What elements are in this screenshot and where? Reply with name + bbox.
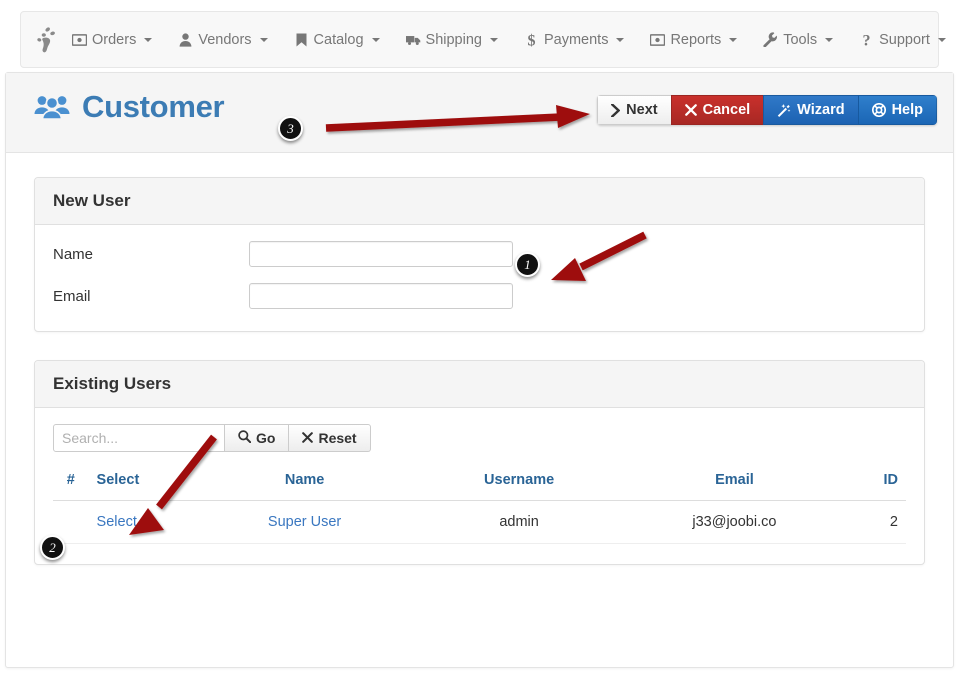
- existing-users-panel-body: Go Reset # Select: [35, 408, 924, 564]
- chevron-down-icon: [371, 37, 380, 42]
- screenshot-root: Orders Vendors Catalog Shipping $ Paymen…: [0, 0, 961, 689]
- wrench-icon: [763, 32, 778, 47]
- row-name-link[interactable]: Super User: [268, 514, 341, 530]
- main-container: Customer Next Cancel Wizard Help New Use…: [5, 72, 954, 668]
- search-go-button[interactable]: Go: [225, 424, 290, 452]
- search-reset-label: Reset: [318, 430, 357, 446]
- magic-wand-icon: [777, 103, 791, 117]
- existing-users-panel: Existing Users Go: [34, 360, 925, 565]
- chevron-down-icon: [616, 37, 625, 42]
- nav-item-shipping[interactable]: Shipping: [393, 12, 511, 67]
- chevron-down-icon: [937, 37, 946, 42]
- name-form-row: Name: [53, 241, 906, 267]
- brand-logo[interactable]: [21, 26, 59, 54]
- nav-label-vendors: Vendors: [198, 31, 252, 48]
- life-ring-icon: [871, 103, 886, 117]
- header-button-group: Next Cancel Wizard Help: [597, 95, 937, 125]
- money-bill-icon: [650, 32, 666, 47]
- joobi-logo-icon: [37, 26, 55, 52]
- nav-item-payments[interactable]: $ Payments: [511, 12, 637, 67]
- email-input[interactable]: [249, 283, 513, 309]
- search-icon: [238, 430, 252, 446]
- table-row: Select Super User admin j33@joobi.co 2: [53, 500, 906, 544]
- nav-label-catalog: Catalog: [313, 31, 364, 48]
- svg-text:?: ?: [863, 32, 871, 48]
- user-icon: [178, 32, 193, 47]
- new-user-panel: New User Name Email: [34, 177, 925, 332]
- main-navbar: Orders Vendors Catalog Shipping $ Paymen…: [20, 11, 946, 68]
- nav-label-shipping: Shipping: [425, 31, 482, 48]
- chevron-down-icon: [259, 37, 268, 42]
- cancel-button-label: Cancel: [702, 102, 751, 118]
- nav-label-orders: Orders: [92, 31, 137, 48]
- chevron-right-icon: [611, 103, 621, 117]
- money-bill-icon: [72, 32, 87, 47]
- wizard-button[interactable]: Wizard: [763, 95, 858, 125]
- column-header-username[interactable]: Username: [406, 466, 632, 501]
- existing-users-panel-heading: Existing Users: [35, 361, 924, 408]
- users-table: # Select Name Username Email ID Select S…: [53, 466, 906, 544]
- column-header-email[interactable]: Email: [631, 466, 838, 501]
- page-title-text: Customer: [82, 89, 225, 124]
- column-header-name[interactable]: Name: [202, 466, 407, 501]
- column-header-id[interactable]: ID: [837, 466, 906, 501]
- cell-username: admin: [406, 500, 632, 544]
- next-button-label: Next: [626, 102, 658, 118]
- bookmark-icon: [294, 32, 309, 47]
- wizard-button-label: Wizard: [797, 102, 845, 118]
- email-form-row: Email: [53, 283, 906, 309]
- nav-label-support: Support: [879, 31, 930, 48]
- help-button-label: Help: [891, 102, 923, 118]
- search-reset-button[interactable]: Reset: [289, 424, 371, 452]
- chevron-down-icon: [729, 37, 738, 42]
- new-user-panel-heading: New User: [35, 178, 924, 225]
- nav-item-reports[interactable]: Reports: [637, 12, 750, 67]
- nav-label-payments: Payments: [543, 31, 609, 48]
- search-input[interactable]: [53, 424, 225, 452]
- search-bar: Go Reset: [53, 424, 373, 452]
- cell-email: j33@joobi.co: [631, 500, 838, 544]
- chevron-down-icon: [144, 37, 153, 42]
- table-header-row: # Select Name Username Email ID: [53, 466, 906, 501]
- cell-num: [53, 500, 89, 544]
- dollar-icon: $: [524, 32, 539, 48]
- search-go-label: Go: [256, 430, 276, 446]
- page-header: Customer Next Cancel Wizard Help: [6, 73, 953, 153]
- row-select-link[interactable]: Select: [97, 514, 137, 530]
- nav-item-vendors[interactable]: Vendors: [165, 12, 280, 67]
- nav-label-tools: Tools: [783, 31, 818, 48]
- nav-item-orders[interactable]: Orders: [59, 12, 165, 67]
- cell-id: 2: [837, 500, 906, 544]
- times-icon: [302, 430, 314, 446]
- name-input[interactable]: [249, 241, 513, 267]
- name-label: Name: [53, 245, 94, 263]
- email-label: Email: [53, 287, 91, 305]
- times-icon: [684, 104, 697, 116]
- nav-label-reports: Reports: [670, 31, 722, 48]
- svg-text:$: $: [527, 32, 535, 48]
- users-table-head: # Select Name Username Email ID: [53, 466, 906, 501]
- truck-icon: [405, 32, 421, 47]
- nav-item-catalog[interactable]: Catalog: [281, 12, 393, 67]
- navbar-items: Orders Vendors Catalog Shipping $ Paymen…: [59, 12, 959, 67]
- page-title: Customer: [34, 89, 225, 125]
- cancel-button[interactable]: Cancel: [670, 95, 764, 125]
- users-icon: [34, 93, 70, 121]
- page-content: New User Name Email Existing Users Searc…: [6, 153, 953, 565]
- column-header-select[interactable]: Select: [88, 466, 203, 501]
- question-icon: ?: [859, 32, 874, 48]
- next-button[interactable]: Next: [597, 95, 671, 125]
- nav-item-support[interactable]: ? Support: [846, 12, 959, 67]
- help-button[interactable]: Help: [857, 95, 937, 125]
- chevron-down-icon: [489, 37, 498, 42]
- new-user-panel-body: Name Email: [35, 225, 924, 331]
- column-header-num[interactable]: #: [53, 466, 89, 501]
- chevron-down-icon: [825, 37, 834, 42]
- users-table-body: Select Super User admin j33@joobi.co 2: [53, 500, 906, 544]
- nav-item-tools[interactable]: Tools: [750, 12, 846, 67]
